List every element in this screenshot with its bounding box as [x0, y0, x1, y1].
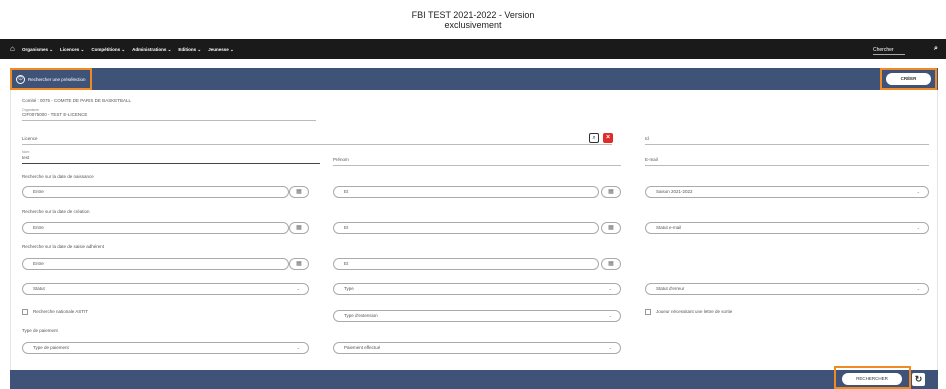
statut-email-value: Statut e-mail — [656, 225, 682, 230]
creation-from-input[interactable]: Entre — [22, 222, 289, 234]
recherche-nationale-label: Recherche nationale ASTIT — [33, 309, 89, 314]
calendar-icon[interactable]: ▦ — [289, 222, 309, 234]
type-extension-value: Type d'extension — [344, 313, 378, 318]
top-navbar: ⌂ Organismes ⌄ Licences ⌄ Compétitions ⌄… — [0, 39, 946, 59]
search-footer-bar — [10, 370, 938, 389]
calendar-icon[interactable]: ▦ — [601, 222, 621, 234]
search-form-panel: Comité : 0075 - COMITE DE PARIS DE BASKE… — [10, 90, 938, 370]
create-button[interactable]: CRÉER — [886, 73, 931, 85]
calendar-icon[interactable]: ▦ — [601, 186, 621, 198]
type-extension-select[interactable]: Type d'extension ⌄ — [333, 310, 621, 322]
search-button-highlight: RECHERCHER — [834, 366, 911, 389]
nom-label: Nom — [22, 150, 30, 154]
nav-item-jeunesse[interactable]: Jeunesse ⌄ — [208, 47, 234, 53]
statut-email-select[interactable]: Statut e-mail ⌄ — [645, 222, 929, 234]
prenom-underline — [333, 165, 621, 166]
paiement-effectue-value: Paiement effectué — [344, 345, 381, 350]
chevron-down-icon: ⌄ — [608, 313, 612, 318]
chevron-down-icon: ⌄ — [608, 345, 612, 350]
licence-underline — [22, 144, 612, 145]
statut-value: Statut — [33, 286, 45, 291]
saison-value: Saison 2021-2022 — [656, 189, 693, 194]
chevron-down-icon: ⌄ — [916, 286, 920, 291]
birth-to-input[interactable]: Et — [333, 186, 599, 198]
preselection-icon: ⊙ — [16, 74, 25, 84]
preselection-button[interactable]: ⊙ Rechercher une présélection — [10, 68, 92, 90]
chevron-down-icon: ⌄ — [916, 225, 920, 230]
saison-select[interactable]: Saison 2021-2022 ⌄ — [645, 186, 929, 198]
nom-field[interactable]: test — [22, 155, 29, 160]
chevron-down-icon: ⌄ — [296, 345, 300, 350]
nav-item-licences[interactable]: Licences ⌄ — [60, 47, 84, 53]
nav-item-organismes[interactable]: Organismes ⌄ — [22, 47, 53, 53]
paiement-effectue-select[interactable]: Paiement effectué ⌄ — [333, 342, 621, 354]
statut-select[interactable]: Statut ⌄ — [22, 283, 309, 295]
chevron-down-icon: ⌄ — [608, 286, 612, 291]
calendar-icon[interactable]: ▦ — [289, 258, 309, 270]
creation-to-input[interactable]: Et — [333, 222, 599, 234]
type-paiement-value: Type de paiement — [33, 345, 69, 350]
calendar-icon[interactable]: ▦ — [601, 258, 621, 270]
saisie-to-input[interactable]: Et — [333, 258, 599, 270]
nav-menu: Organismes ⌄ Licences ⌄ Compétitions ⌄ A… — [22, 47, 234, 53]
recherche-nationale-checkbox[interactable] — [22, 309, 28, 315]
page-title: FBI TEST 2021-2022 - Version exclusiveme… — [0, 10, 946, 30]
saisie-from-input[interactable]: Entre — [22, 258, 289, 270]
licence-field[interactable]: Licence — [22, 136, 38, 141]
page-title-line1: FBI TEST 2021-2022 - Version — [411, 10, 535, 20]
page-title-line2: exclusivement — [444, 20, 502, 30]
email-underline — [645, 165, 929, 166]
search-icon[interactable]: ⌕ — [934, 45, 938, 53]
type-value: Type — [344, 286, 354, 291]
paiement-section-label: Type de paiement — [22, 328, 58, 333]
home-icon[interactable]: ⌂ — [10, 45, 17, 53]
birth-section-label: Recherche sur la date de naissance — [22, 174, 94, 179]
id-field[interactable]: Id — [645, 136, 649, 141]
statut-erreur-select[interactable]: Statut d'erreur ⌄ — [645, 283, 929, 295]
nav-item-editions[interactable]: Editions ⌄ — [178, 47, 201, 53]
statut-erreur-value: Statut d'erreur — [656, 286, 685, 291]
nom-underline — [22, 163, 320, 164]
nav-item-administrations[interactable]: Administrations ⌄ — [132, 47, 171, 53]
nav-search-underline — [873, 54, 905, 55]
licence-search-icon[interactable]: ⌕ — [589, 133, 599, 143]
chevron-down-icon: ⌄ — [916, 189, 920, 194]
search-header-bar: ⊙ Rechercher une présélection — [10, 68, 938, 90]
preselection-label: Rechercher une présélection — [28, 76, 86, 82]
organisme-value: CIF0075000 - TEST E-LICENCE — [22, 112, 88, 117]
create-button-highlight: CRÉER — [880, 68, 937, 90]
nav-search-input[interactable]: Chercher — [873, 47, 894, 53]
search-button[interactable]: RECHERCHER — [842, 373, 902, 385]
licence-clear-icon[interactable]: × — [603, 133, 613, 143]
nav-item-competitions[interactable]: Compétitions ⌄ — [91, 47, 125, 53]
prenom-field[interactable]: Prénom — [333, 157, 349, 162]
joueur-lettre-label: Joueur nécessitant une lettre de sortie — [656, 309, 733, 314]
birth-from-input[interactable]: Entre — [22, 186, 289, 198]
type-select[interactable]: Type ⌄ — [333, 283, 621, 295]
joueur-lettre-checkbox[interactable] — [645, 309, 651, 315]
email-field[interactable]: E-mail — [645, 157, 658, 162]
organisme-underline — [22, 120, 316, 121]
type-paiement-select[interactable]: Type de paiement ⌄ — [22, 342, 309, 354]
creation-section-label: Recherche sur la date de création — [22, 209, 90, 214]
calendar-icon[interactable]: ▦ — [289, 186, 309, 198]
id-underline — [645, 144, 929, 145]
comite-text: Comité : 0075 - COMITE DE PARIS DE BASKE… — [22, 98, 131, 103]
saisie-section-label: Recherche sur la date de saisie adhérent — [22, 244, 105, 249]
chevron-down-icon: ⌄ — [296, 286, 300, 291]
refresh-icon[interactable]: ↻ — [912, 373, 925, 386]
